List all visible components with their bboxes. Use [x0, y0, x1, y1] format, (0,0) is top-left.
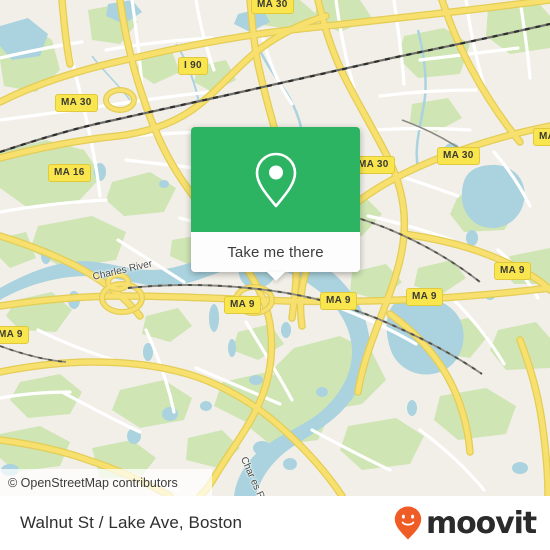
location-popup-card[interactable]: Take me there	[191, 127, 360, 281]
popup-card-tail	[266, 272, 285, 281]
road-shield: MA 16	[48, 164, 91, 182]
moovit-map-screenshot: I 90MA 30MA 16MA 30MA 30MA 30MAMA 9MA 9M…	[0, 0, 550, 550]
road-shield: MA	[533, 128, 550, 146]
osm-attribution[interactable]: © OpenStreetMap contributors	[0, 469, 212, 496]
footer-bar: Walnut St / Lake Ave, Boston moovit	[0, 496, 550, 550]
moovit-smiley-pin-icon	[394, 506, 422, 540]
location-pin-icon	[255, 152, 296, 207]
moovit-logo[interactable]: moovit	[393, 505, 537, 541]
road-shield: MA 30	[55, 94, 98, 112]
moovit-wordmark: moovit	[425, 505, 537, 541]
road-shield: MA 30	[437, 147, 480, 165]
popup-card-header	[191, 127, 360, 232]
road-shield: MA 9	[224, 296, 261, 314]
location-title: Walnut St / Lake Ave, Boston	[20, 513, 243, 532]
osm-attribution-text: © OpenStreetMap contributors	[8, 475, 178, 490]
road-shield: I 90	[178, 57, 208, 75]
road-shield: MA 9	[320, 292, 357, 310]
take-me-there-label: Take me there	[227, 243, 324, 261]
road-shield: MA 9	[0, 326, 29, 344]
take-me-there-button[interactable]: Take me there	[191, 232, 360, 281]
road-shield: MA 9	[406, 288, 443, 306]
road-shield: MA 9	[494, 262, 531, 280]
road-shield: MA 30	[251, 0, 294, 14]
